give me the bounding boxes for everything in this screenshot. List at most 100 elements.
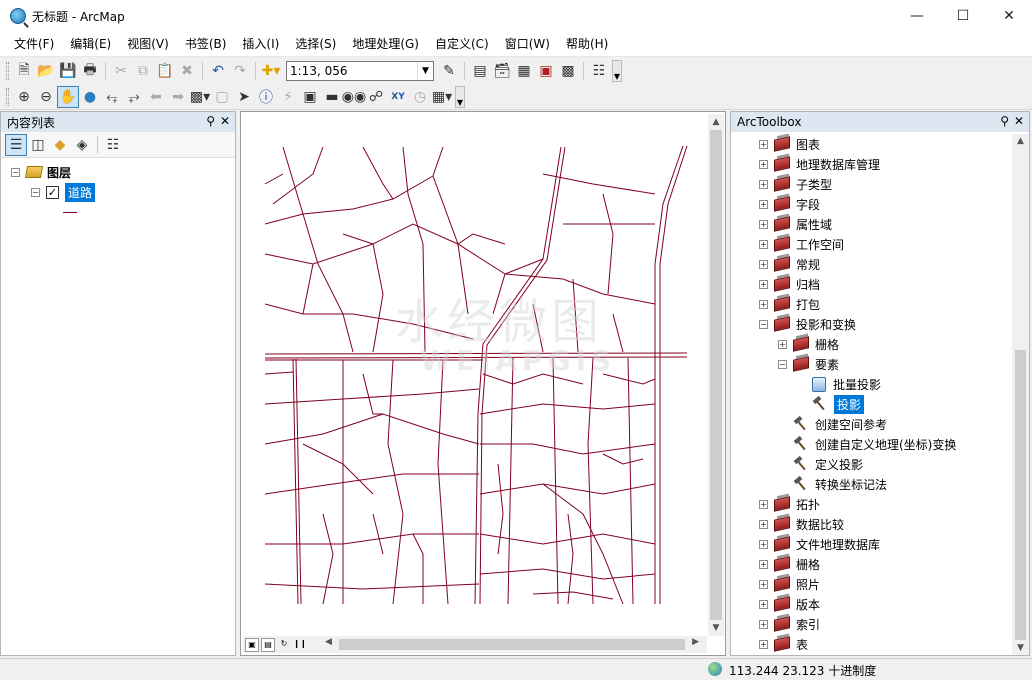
layout-view-icon[interactable]: ▤ bbox=[261, 637, 275, 652]
toolbox-item[interactable]: + 照片 bbox=[731, 574, 1013, 594]
scroll-left-icon[interactable]: ◀ bbox=[325, 637, 332, 647]
list-by-visibility-icon[interactable]: ◆ bbox=[49, 134, 71, 156]
toolbox-item[interactable]: 定义投影 bbox=[731, 454, 1013, 474]
toolbox-item[interactable]: + 数据比较 bbox=[731, 514, 1013, 534]
pause-drawing-icon[interactable]: ❙❙ bbox=[293, 638, 307, 652]
html-popup-icon[interactable]: ▣ bbox=[299, 86, 321, 108]
find-binoculars-icon[interactable]: ◉◉ bbox=[342, 86, 366, 108]
pin-icon[interactable]: ⚲ bbox=[206, 114, 215, 128]
toolbar-overflow-icon[interactable]: ▼ bbox=[612, 60, 622, 82]
collapse-icon[interactable]: − bbox=[11, 167, 20, 177]
fixed-zoom-out-icon[interactable]: ⥅ bbox=[123, 86, 145, 108]
hyperlink-icon[interactable]: ⚡ bbox=[277, 86, 299, 108]
options-icon[interactable]: ☷ bbox=[102, 134, 124, 156]
pin-icon[interactable]: ⚲ bbox=[1000, 114, 1009, 128]
toolbox-item[interactable]: + 字段 bbox=[731, 194, 1013, 214]
viewer-window-icon[interactable]: ▦▾ bbox=[431, 86, 453, 108]
menu-view[interactable]: 视图(V) bbox=[119, 32, 177, 57]
measure-icon[interactable]: ▬ bbox=[321, 86, 343, 108]
map-scale-combobox[interactable]: 1:13, 056 ▼ bbox=[286, 61, 434, 81]
save-icon[interactable]: 💾 bbox=[57, 60, 79, 82]
scroll-up-icon[interactable]: ▲ bbox=[708, 114, 724, 130]
find-route-icon[interactable]: ☍ bbox=[365, 86, 387, 108]
expand-icon[interactable]: + bbox=[759, 539, 768, 549]
back-extent-icon[interactable]: ⬅ bbox=[145, 86, 167, 108]
collapse-icon[interactable]: − bbox=[778, 359, 787, 369]
expand-icon[interactable]: + bbox=[759, 239, 768, 249]
select-elements-arrow-icon[interactable]: ➤ bbox=[233, 86, 255, 108]
toolbox-item[interactable]: + 文件地理数据库 bbox=[731, 534, 1013, 554]
add-data-icon[interactable]: ✚▾ bbox=[260, 60, 282, 82]
layer-row-roads[interactable]: − ✓ 道路 bbox=[1, 182, 235, 202]
menu-customize[interactable]: 自定义(C) bbox=[427, 32, 497, 57]
copy-icon[interactable]: ⧉ bbox=[132, 60, 154, 82]
toolbox-item[interactable]: + 版本 bbox=[731, 594, 1013, 614]
toolbox-item[interactable]: + 属性域 bbox=[731, 214, 1013, 234]
toolbar-grip[interactable] bbox=[6, 87, 9, 106]
chevron-down-icon[interactable]: ▼ bbox=[417, 62, 433, 80]
clear-selection-icon[interactable]: ▢ bbox=[211, 86, 233, 108]
expand-icon[interactable]: + bbox=[759, 199, 768, 209]
toolbox-item[interactable]: 转换坐标记法 bbox=[731, 474, 1013, 494]
pan-hand-icon[interactable]: ✋ bbox=[57, 85, 79, 108]
scroll-thumb[interactable] bbox=[1015, 350, 1026, 640]
layer-group-row[interactable]: − 图层 bbox=[1, 162, 235, 182]
python-window-icon[interactable]: ▩ bbox=[557, 60, 579, 82]
forward-extent-icon[interactable]: ➡ bbox=[167, 86, 189, 108]
collapse-icon[interactable]: − bbox=[759, 319, 768, 329]
scroll-down-icon[interactable]: ▼ bbox=[708, 620, 724, 636]
undo-icon[interactable]: ↶ bbox=[207, 60, 229, 82]
redo-icon[interactable]: ↷ bbox=[229, 60, 251, 82]
map-vertical-scrollbar[interactable]: ▲ ▼ bbox=[708, 114, 724, 636]
toolbox-item[interactable]: + 地理数据库管理 bbox=[731, 154, 1013, 174]
toolbox-item[interactable]: + 索引 bbox=[731, 614, 1013, 634]
menu-selection[interactable]: 选择(S) bbox=[287, 32, 344, 57]
identify-icon[interactable]: ⓘ bbox=[255, 86, 277, 108]
toolbox-item[interactable]: + 栅格 bbox=[731, 554, 1013, 574]
toolbox-item[interactable]: − 投影和变换 bbox=[731, 314, 1013, 334]
menu-edit[interactable]: 编辑(E) bbox=[62, 32, 119, 57]
refresh-icon[interactable]: ↻ bbox=[277, 638, 291, 652]
expand-icon[interactable]: + bbox=[759, 139, 768, 149]
toolbox-item[interactable]: − 要素 bbox=[731, 354, 1013, 374]
close-icon[interactable]: ✕ bbox=[220, 114, 230, 128]
close-button[interactable]: ✕ bbox=[986, 0, 1032, 32]
expand-icon[interactable]: + bbox=[759, 579, 768, 589]
arctoolbox-icon[interactable]: ▣ bbox=[535, 60, 557, 82]
data-view-icon[interactable]: ▣ bbox=[245, 637, 259, 652]
toolbox-item[interactable]: 投影 bbox=[731, 394, 1013, 414]
menu-geoprocessing[interactable]: 地理处理(G) bbox=[344, 32, 427, 57]
zoom-out-icon[interactable]: ⊖ bbox=[35, 86, 57, 108]
toolbox-item[interactable]: + 拓扑 bbox=[731, 494, 1013, 514]
paste-icon[interactable]: 📋 bbox=[154, 60, 176, 82]
new-document-icon[interactable]: 🗎 bbox=[13, 60, 35, 82]
list-by-drawing-order-icon[interactable]: ☰ bbox=[5, 133, 27, 156]
expand-icon[interactable]: + bbox=[759, 619, 768, 629]
scroll-up-icon[interactable]: ▲ bbox=[1012, 136, 1029, 146]
expand-icon[interactable]: + bbox=[759, 559, 768, 569]
expand-icon[interactable]: + bbox=[759, 519, 768, 529]
scroll-down-icon[interactable]: ▼ bbox=[1012, 643, 1029, 653]
menu-windows[interactable]: 窗口(W) bbox=[497, 32, 558, 57]
select-features-icon[interactable]: ▩▾ bbox=[189, 86, 211, 108]
toolbox-item[interactable]: 创建自定义地理(坐标)变换 bbox=[731, 434, 1013, 454]
menu-insert[interactable]: 插入(I) bbox=[234, 32, 287, 57]
editor-toolbar-icon[interactable]: ✎ bbox=[438, 60, 460, 82]
toolbox-item[interactable]: 批量投影 bbox=[731, 374, 1013, 394]
scroll-right-icon[interactable]: ▶ bbox=[692, 637, 699, 647]
model-builder-icon[interactable]: ☷ bbox=[588, 60, 610, 82]
minimize-button[interactable]: — bbox=[894, 0, 940, 32]
menu-file[interactable]: 文件(F) bbox=[6, 32, 62, 57]
menu-bookmarks[interactable]: 书签(B) bbox=[177, 32, 235, 57]
menu-help[interactable]: 帮助(H) bbox=[558, 32, 616, 57]
expand-icon[interactable]: + bbox=[759, 279, 768, 289]
catalog-window-icon[interactable]: 🗃 bbox=[491, 60, 513, 82]
layer-visibility-checkbox[interactable]: ✓ bbox=[46, 185, 59, 199]
expand-icon[interactable]: + bbox=[759, 219, 768, 229]
search-window-icon[interactable]: ▦ bbox=[513, 60, 535, 82]
expand-icon[interactable]: + bbox=[759, 179, 768, 189]
scroll-thumb[interactable] bbox=[339, 639, 685, 650]
toolbox-item[interactable]: + 打包 bbox=[731, 294, 1013, 314]
time-slider-icon[interactable]: ◷ bbox=[409, 86, 431, 108]
expand-icon[interactable]: + bbox=[759, 599, 768, 609]
